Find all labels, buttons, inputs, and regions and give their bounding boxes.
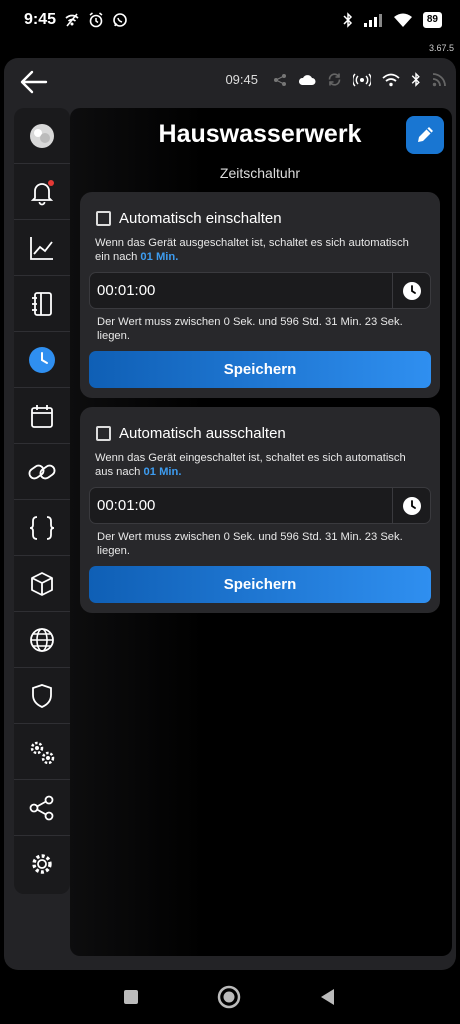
sidebar-item-scripts[interactable] xyxy=(14,500,70,556)
auto-off-checkbox[interactable] xyxy=(96,426,111,441)
status-bar: 9:45 89 xyxy=(0,0,460,40)
page-subtitle: Zeitschaltuhr xyxy=(219,165,301,181)
auto-off-hint: Der Wert muss zwischen 0 Sek. und 596 St… xyxy=(97,531,403,557)
auto-off-card: Automatisch ausschalten Wenn das Gerät e… xyxy=(80,407,440,613)
auto-off-save-button[interactable]: Speichern xyxy=(89,566,431,603)
wifi-status-icon xyxy=(382,73,400,86)
bell-icon xyxy=(30,179,54,205)
whatsapp-icon xyxy=(113,13,127,27)
broadcast-icon xyxy=(353,73,371,86)
sync-icon xyxy=(328,73,341,86)
auto-on-time-input[interactable]: 00:01:00 xyxy=(89,272,431,309)
back-triangle-icon[interactable] xyxy=(318,987,338,1007)
auto-on-hint: Der Wert muss zwischen 0 Sek. und 596 St… xyxy=(97,316,403,342)
settings-icon xyxy=(32,854,52,874)
sidebar-item-statistics[interactable] xyxy=(14,220,70,276)
device-time: 09:45 xyxy=(225,72,258,87)
status-time: 9:45 xyxy=(24,11,57,28)
auto-on-description: Wenn das Gerät ausgeschaltet ist, schalt… xyxy=(95,236,425,264)
top-bar: 09:45 xyxy=(4,58,456,106)
battery-indicator: 89 xyxy=(422,12,442,28)
auto-off-description: Wenn das Gerät eingeschaltet ist, schalt… xyxy=(95,451,425,479)
cloud-icon xyxy=(298,74,316,85)
auto-off-checkbox-row[interactable]: Automatisch ausschalten xyxy=(96,425,286,442)
share-status-icon xyxy=(274,73,286,86)
signal-icon xyxy=(363,14,382,27)
sidebar-item-network[interactable] xyxy=(14,612,70,668)
auto-on-label: Automatisch einschalten xyxy=(119,210,282,227)
auto-off-desc-duration: 01 Min. xyxy=(143,466,182,478)
sidebar-item-modules[interactable] xyxy=(14,556,70,612)
auto-off-desc-text: Wenn das Gerät eingeschaltet ist, schalt… xyxy=(95,452,406,478)
sidebar-item-device[interactable] xyxy=(14,108,70,164)
device-avatar-icon xyxy=(30,123,54,148)
auto-off-time-value[interactable]: 00:01:00 xyxy=(97,497,155,514)
auto-on-time-value[interactable]: 00:01:00 xyxy=(97,282,155,299)
auto-on-desc-duration: 01 Min. xyxy=(140,251,179,263)
auto-on-card: Automatisch einschalten Wenn das Gerät a… xyxy=(80,192,440,398)
sidebar-item-timer[interactable] xyxy=(14,332,70,388)
wifi-off-icon xyxy=(65,13,79,27)
auto-on-time-picker-button[interactable] xyxy=(392,273,430,308)
navigation-bar xyxy=(0,970,460,1024)
share-icon xyxy=(29,795,54,820)
sidebar-item-security[interactable] xyxy=(14,668,70,724)
gears-icon xyxy=(30,741,55,764)
pencil-icon xyxy=(418,127,433,142)
wifi-icon xyxy=(393,13,412,27)
globe-icon xyxy=(30,627,54,652)
home-icon[interactable] xyxy=(216,984,242,1010)
app-version: 3.67.5 xyxy=(428,43,454,53)
cube-icon xyxy=(31,571,53,596)
clock-icon xyxy=(402,496,421,515)
main-content: Hauswasserwerk Zeitschaltuhr Automatisch… xyxy=(70,108,452,956)
auto-off-time-input[interactable]: 00:01:00 xyxy=(89,487,431,524)
auto-on-checkbox-row[interactable]: Automatisch einschalten xyxy=(96,210,282,227)
alarm-icon xyxy=(89,12,103,28)
sidebar-item-advanced[interactable] xyxy=(14,724,70,780)
shield-icon xyxy=(32,683,52,708)
edit-button[interactable] xyxy=(406,116,444,154)
sidebar-item-sharing[interactable] xyxy=(14,780,70,836)
chart-icon xyxy=(30,236,53,260)
braces-icon xyxy=(29,515,55,540)
clock-icon xyxy=(29,346,55,373)
bluetooth-status-icon xyxy=(411,72,420,87)
sidebar-item-links[interactable] xyxy=(14,444,70,500)
sidebar-item-notifications[interactable] xyxy=(14,164,70,220)
page-title: Hauswasserwerk xyxy=(158,120,362,148)
app-frame: 09:45 Hauswasserwerk Zeitschaltuhr Autom… xyxy=(4,58,456,970)
clock-icon xyxy=(402,281,421,300)
auto-off-label: Automatisch ausschalten xyxy=(119,425,286,442)
sidebar-item-notes[interactable] xyxy=(14,276,70,332)
calendar-icon xyxy=(31,404,53,428)
rss-icon xyxy=(432,72,446,86)
bluetooth-icon xyxy=(343,12,352,28)
recents-icon[interactable] xyxy=(122,988,140,1006)
auto-off-time-picker-button[interactable] xyxy=(392,488,430,523)
notebook-icon xyxy=(32,291,52,316)
sidebar xyxy=(14,108,70,894)
sidebar-item-schedule[interactable] xyxy=(14,388,70,444)
link-icon xyxy=(28,464,56,479)
auto-on-save-button[interactable]: Speichern xyxy=(89,351,431,388)
back-arrow-icon[interactable] xyxy=(18,68,50,96)
auto-on-checkbox[interactable] xyxy=(96,211,111,226)
sidebar-item-settings[interactable] xyxy=(14,836,70,892)
